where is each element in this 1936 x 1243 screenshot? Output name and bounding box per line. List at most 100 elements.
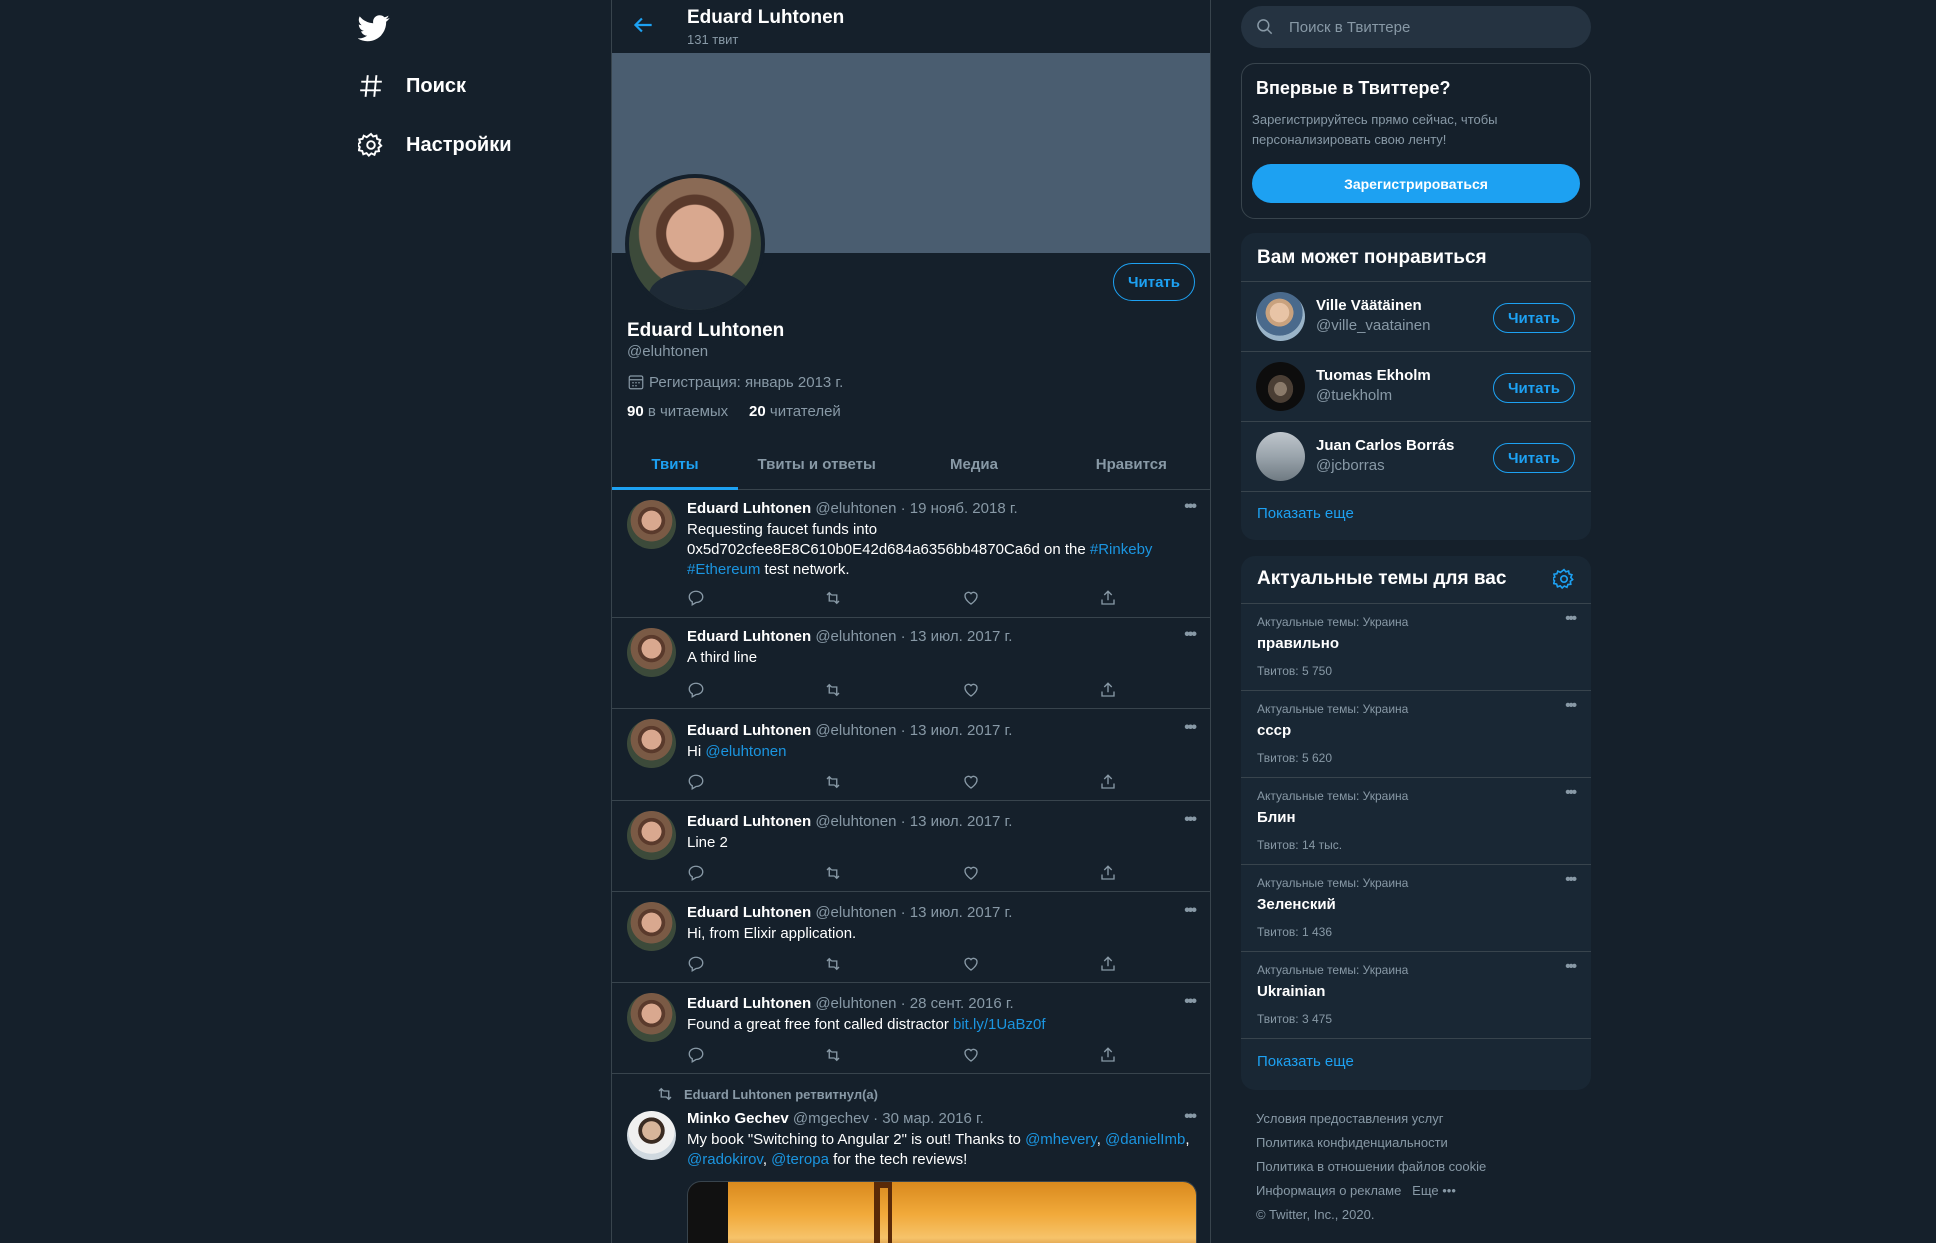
footer-terms[interactable]: Условия предоставления услуг	[1256, 1107, 1586, 1131]
tab-tweets[interactable]: Твиты	[612, 440, 738, 490]
retweet-icon[interactable]	[824, 773, 842, 791]
tweet-header: Eduard Luhtonen @eluhtonen · 13 июл. 201…	[687, 813, 1013, 830]
reply-icon[interactable]	[687, 864, 705, 882]
profile-avatar[interactable]	[625, 174, 765, 314]
tweet[interactable]: Eduard Luhtonen @eluhtonen · 13 июл. 201…	[612, 618, 1210, 709]
footer-privacy[interactable]: Политика конфиденциальности	[1256, 1131, 1586, 1155]
followers-link[interactable]: 20 читателей	[749, 403, 841, 420]
like-icon[interactable]	[962, 1046, 980, 1064]
avatar[interactable]	[1256, 292, 1305, 341]
suggestion-item[interactable]: Juan Carlos Borrás @jcborras Читать	[1241, 421, 1591, 491]
trends-card: Актуальные темы для вас Актуальные темы:…	[1241, 556, 1591, 1090]
more-icon[interactable]: •••	[1184, 902, 1197, 920]
tab-likes[interactable]: Нравится	[1053, 440, 1210, 489]
show-more-link[interactable]: Показать еще	[1257, 505, 1354, 522]
more-icon[interactable]: •••	[1184, 811, 1197, 829]
reply-icon[interactable]	[687, 589, 705, 607]
reply-icon[interactable]	[687, 773, 705, 791]
follow-button[interactable]: Читать	[1493, 303, 1575, 333]
more-icon[interactable]: •••	[1565, 697, 1577, 714]
retweet-icon[interactable]	[824, 955, 842, 973]
follow-button[interactable]: Читать	[1113, 263, 1195, 301]
tweet-actions	[687, 589, 1117, 607]
reply-icon[interactable]	[687, 955, 705, 973]
trend-item[interactable]: Актуальные темы: Украина Блин Твитов: 14…	[1241, 777, 1591, 864]
who-to-follow-title: Вам может понравиться	[1257, 247, 1487, 268]
share-icon[interactable]	[1099, 864, 1117, 882]
like-icon[interactable]	[962, 864, 980, 882]
share-icon[interactable]	[1099, 1046, 1117, 1064]
trend-item[interactable]: Актуальные темы: Украина ссср Твитов: 5 …	[1241, 690, 1591, 777]
tab-media[interactable]: Медиа	[895, 440, 1052, 489]
avatar[interactable]	[1256, 432, 1305, 481]
like-icon[interactable]	[962, 773, 980, 791]
tweet[interactable]: Eduard Luhtonen @eluhtonen · 28 сент. 20…	[612, 983, 1210, 1074]
more-icon[interactable]: •••	[1565, 610, 1577, 627]
share-icon[interactable]	[1099, 681, 1117, 699]
tweet-avatar[interactable]	[627, 719, 676, 768]
show-more-link[interactable]: Показать еще	[1257, 1053, 1354, 1070]
retweet-icon[interactable]	[824, 681, 842, 699]
trend-item[interactable]: Актуальные темы: Украина Зеленский Твито…	[1241, 864, 1591, 951]
tweet-avatar[interactable]	[627, 628, 676, 677]
retweet-icon[interactable]	[824, 864, 842, 882]
like-icon[interactable]	[962, 589, 980, 607]
new-to-twitter-card: Впервые в Твиттере? Зарегистрируйтесь пр…	[1241, 63, 1591, 219]
more-icon[interactable]: •••	[1565, 784, 1577, 801]
more-icon[interactable]: •••	[1184, 993, 1197, 1011]
more-icon[interactable]: •••	[1184, 498, 1197, 516]
avatar[interactable]	[1256, 362, 1305, 411]
tweet-text: Found a great free font called distracto…	[687, 1016, 1046, 1033]
tweet-media-image[interactable]	[687, 1181, 1197, 1243]
reply-icon[interactable]	[687, 1046, 705, 1064]
reply-icon[interactable]	[687, 681, 705, 699]
more-icon[interactable]: •••	[1184, 1108, 1197, 1126]
trend-topic: Зеленский	[1257, 896, 1336, 913]
tweet-avatar[interactable]	[627, 1111, 676, 1160]
trend-item[interactable]: Актуальные темы: Украина правильно Твито…	[1241, 603, 1591, 690]
tweet[interactable]: Eduard Luhtonen @eluhtonen · 13 июл. 201…	[612, 709, 1210, 801]
more-icon[interactable]: •••	[1565, 871, 1577, 888]
tab-tweets-replies[interactable]: Твиты и ответы	[738, 440, 895, 489]
share-icon[interactable]	[1099, 589, 1117, 607]
suggestion-name[interactable]: Juan Carlos Borrás	[1316, 437, 1454, 454]
search-bar[interactable]	[1241, 6, 1591, 48]
follow-button[interactable]: Читать	[1493, 443, 1575, 473]
like-icon[interactable]	[962, 681, 980, 699]
more-icon[interactable]: •••	[1565, 958, 1577, 975]
tweet-avatar[interactable]	[627, 902, 676, 951]
back-arrow-icon[interactable]	[630, 12, 656, 38]
tweet-avatar[interactable]	[627, 811, 676, 860]
suggestion-name[interactable]: Ville Väätäinen	[1316, 297, 1422, 314]
footer-cookies[interactable]: Политика в отношении файлов cookie	[1256, 1155, 1586, 1179]
more-icon[interactable]: •••	[1184, 719, 1197, 737]
tweet[interactable]: Eduard Luhtonen @eluhtonen · 13 июл. 201…	[612, 892, 1210, 983]
gear-icon[interactable]	[1553, 568, 1575, 590]
search-icon	[1257, 19, 1273, 35]
nav-item-search[interactable]: Поиск	[358, 64, 466, 108]
retweet-icon[interactable]	[824, 1046, 842, 1064]
tweet-avatar[interactable]	[627, 993, 676, 1042]
suggestion-item[interactable]: Ville Väätäinen @ville_vaatainen Читать	[1241, 281, 1591, 351]
footer-ads[interactable]: Информация о рекламе	[1256, 1183, 1401, 1198]
suggestion-item[interactable]: Tuomas Ekholm @tuekholm Читать	[1241, 351, 1591, 421]
retweet-icon[interactable]	[824, 589, 842, 607]
like-icon[interactable]	[962, 955, 980, 973]
share-icon[interactable]	[1099, 773, 1117, 791]
tweet[interactable]: Eduard Luhtonen @eluhtonen · 13 июл. 201…	[612, 801, 1210, 892]
search-input[interactable]	[1289, 18, 1569, 36]
tweet[interactable]: Eduard Luhtonen @eluhtonen · 19 нояб. 20…	[612, 490, 1210, 618]
suggestion-handle: @ville_vaatainen	[1316, 317, 1431, 334]
tweet-avatar[interactable]	[627, 500, 676, 549]
nav-item-settings[interactable]: Настройки	[358, 123, 512, 167]
signup-button[interactable]: Зарегистрироваться	[1252, 164, 1580, 203]
follow-button[interactable]: Читать	[1493, 373, 1575, 403]
share-icon[interactable]	[1099, 955, 1117, 973]
following-link[interactable]: 90 в читаемых	[627, 403, 728, 420]
footer-more[interactable]: Еще •••	[1412, 1183, 1456, 1198]
trend-item[interactable]: Актуальные темы: Украина Ukrainian Твито…	[1241, 951, 1591, 1038]
suggestion-name[interactable]: Tuomas Ekholm	[1316, 367, 1431, 384]
twitter-logo-icon[interactable]	[358, 12, 390, 44]
more-icon[interactable]: •••	[1184, 626, 1197, 644]
retweet[interactable]: Eduard Luhtonen ретвитнул(а) Minko Geche…	[612, 1074, 1210, 1243]
